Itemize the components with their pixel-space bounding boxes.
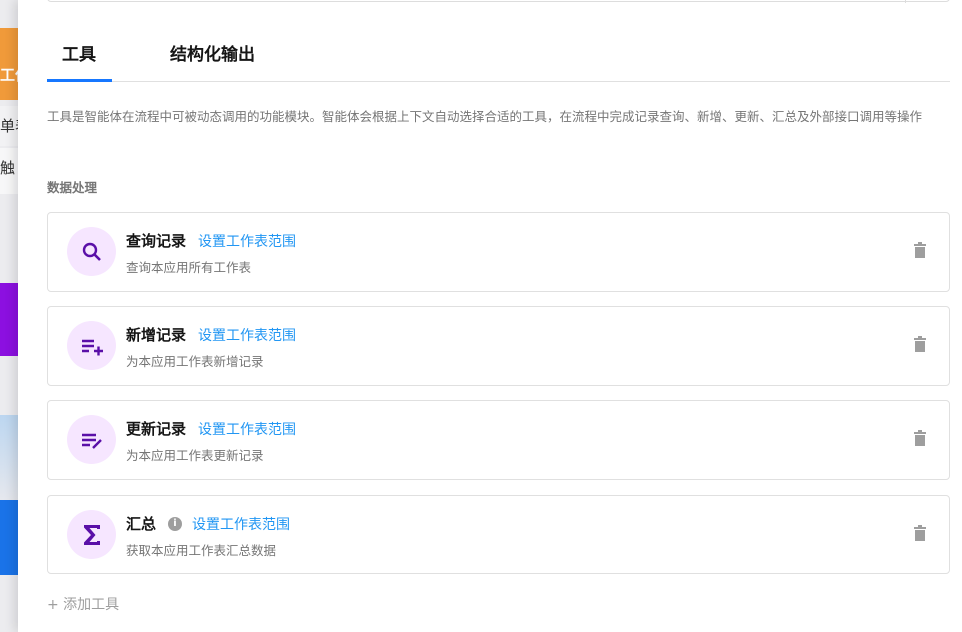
tab-structured-output[interactable]: 结构化输出: [170, 40, 255, 65]
agent-tools-panel: 工具 结构化输出 工具是智能体在流程中可被动态调用的功能模块。智能体会根据上下文…: [18, 0, 962, 632]
tool-card-summary: 汇总 i 设置工作表范围 获取本应用工作表汇总数据: [47, 495, 950, 574]
set-sheet-scope-link[interactable]: 设置工作表范围: [192, 514, 290, 534]
bg-purple-block: [0, 283, 18, 356]
trash-icon[interactable]: [913, 430, 927, 450]
background-page: 工作 单表 触: [0, 0, 18, 632]
tab-bar: 工具 结构化输出: [47, 28, 950, 82]
tool-name: 更新记录: [126, 420, 187, 438]
bg-gradient-block: [0, 415, 18, 500]
tool-subtitle: 为本应用工作表更新记录: [126, 448, 264, 463]
trash-icon[interactable]: [913, 525, 927, 545]
sigma-icon: [67, 510, 116, 559]
bg-item: 触: [0, 148, 18, 194]
top-input-box: [47, 0, 950, 3]
search-icon: [67, 227, 116, 276]
add-tool-button[interactable]: + 添加工具: [47, 594, 119, 614]
set-sheet-scope-link[interactable]: 设置工作表范围: [198, 231, 296, 251]
tool-card-query: 查询记录 设置工作表范围 查询本应用所有工作表: [47, 212, 950, 292]
tool-name: 汇总: [126, 515, 157, 533]
tool-subtitle: 为本应用工作表新增记录: [126, 354, 264, 369]
tool-name: 查询记录: [126, 232, 187, 250]
tool-name: 新增记录: [126, 326, 187, 344]
bg-blue-block: [0, 500, 18, 575]
list-edit-icon: [67, 415, 116, 464]
info-icon[interactable]: i: [168, 516, 183, 531]
set-sheet-scope-link[interactable]: 设置工作表范围: [198, 325, 296, 345]
tool-subtitle: 获取本应用工作表汇总数据: [126, 543, 277, 558]
section-title: 数据处理: [47, 180, 98, 195]
tools-description: 工具是智能体在流程中可被动态调用的功能模块。智能体会根据上下文自动选择合适的工具…: [47, 109, 923, 124]
bg-item: 单表: [0, 106, 18, 146]
set-sheet-scope-link[interactable]: 设置工作表范围: [198, 419, 296, 439]
list-add-icon: [67, 321, 116, 370]
bg-orange-block: 工作: [0, 28, 18, 100]
trash-icon[interactable]: [913, 336, 927, 356]
tool-card-update: 更新记录 设置工作表范围 为本应用工作表更新记录: [47, 400, 950, 480]
tool-card-add: 新增记录 设置工作表范围 为本应用工作表新增记录: [47, 306, 950, 386]
tool-subtitle: 查询本应用所有工作表: [126, 260, 252, 275]
trash-icon[interactable]: [913, 242, 927, 262]
tab-tools[interactable]: 工具: [47, 40, 112, 82]
